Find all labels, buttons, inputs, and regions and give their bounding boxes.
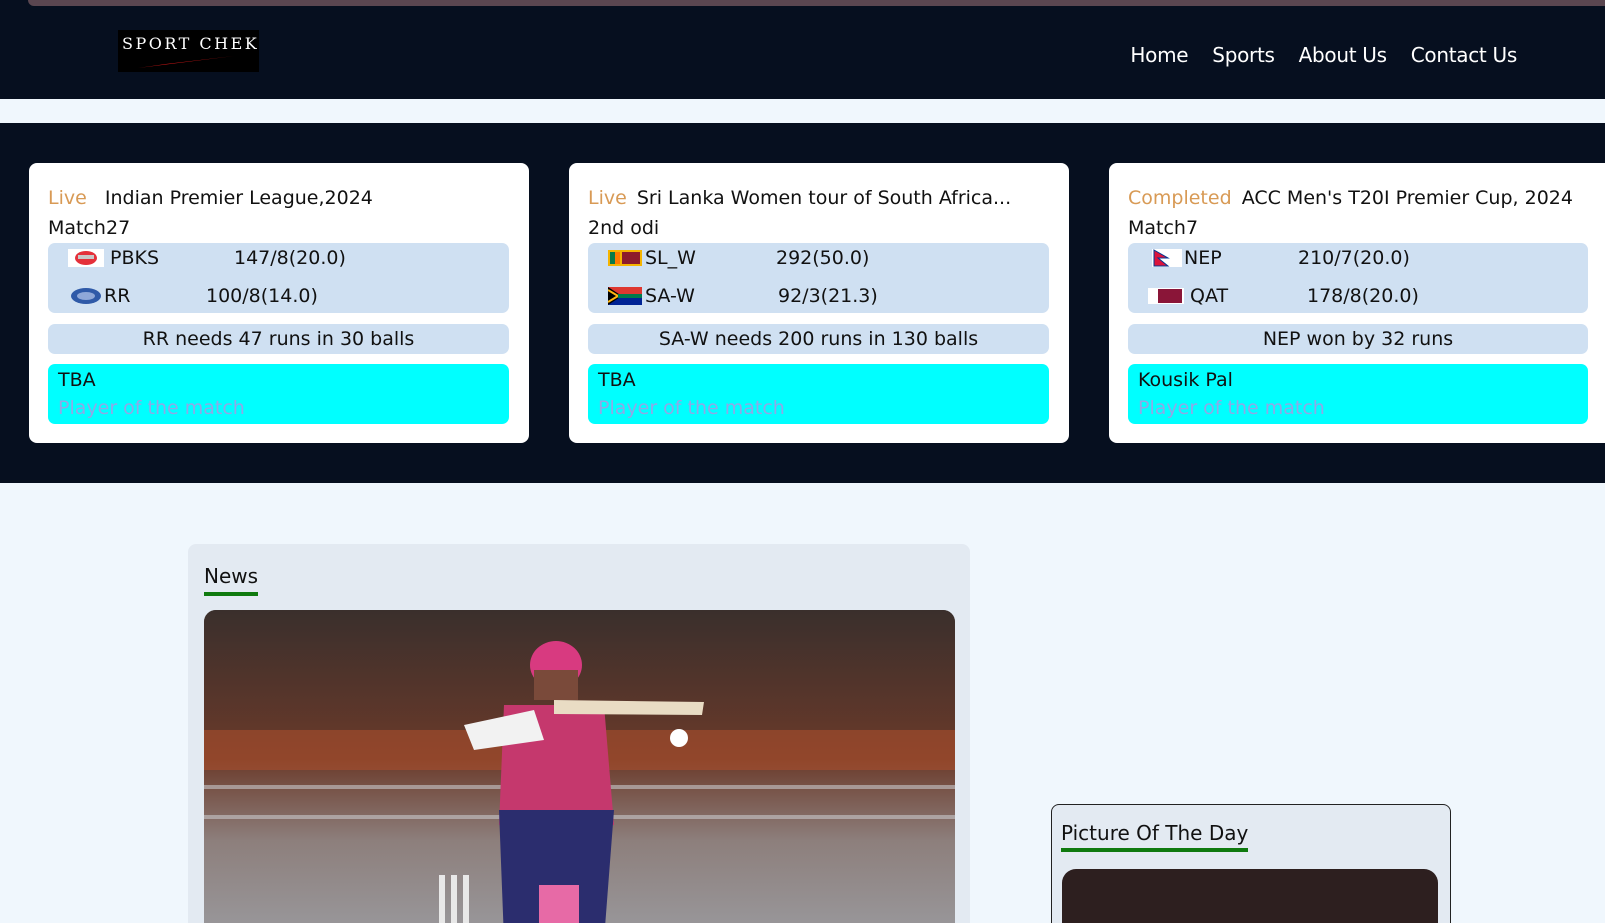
match-result: SA-W needs 200 runs in 130 balls bbox=[588, 324, 1049, 354]
team-score: 92/3(21.3) bbox=[778, 285, 878, 307]
team-row: NEP 210/7(20.0) bbox=[1148, 243, 1570, 279]
match-number: Match27 bbox=[48, 217, 131, 239]
team-abbr: RR bbox=[104, 285, 131, 307]
player-name: TBA bbox=[598, 369, 636, 391]
sportchek-logo[interactable]: SPORT CHEK bbox=[118, 30, 259, 72]
team-abbr: QAT bbox=[1190, 285, 1229, 307]
team-score: 100/8(14.0) bbox=[206, 285, 318, 307]
team-abbr: PBKS bbox=[110, 247, 160, 269]
player-of-match-box: Kousik Pal Player of the match bbox=[1128, 364, 1588, 424]
teams-box: PBKS 147/8(20.0) RR 100/8(14.0) bbox=[48, 243, 509, 313]
player-name: Kousik Pal bbox=[1138, 369, 1233, 391]
team-row: RR 100/8(14.0) bbox=[68, 281, 491, 317]
live-scores-section: Live Indian Premier League,2024 Match27 … bbox=[0, 123, 1605, 483]
team-row: PBKS 147/8(20.0) bbox=[68, 243, 491, 279]
top-strip-bar bbox=[28, 0, 1605, 6]
navbar: SPORT CHEK Home Sports About Us Contact … bbox=[0, 13, 1605, 99]
match-result: RR needs 47 runs in 30 balls bbox=[48, 324, 509, 354]
player-of-match-box: TBA Player of the match bbox=[48, 364, 509, 424]
logo-text: SPORT CHEK bbox=[122, 34, 260, 53]
match-number: 2nd odi bbox=[588, 217, 660, 239]
series-name: Sri Lanka Women tour of South Africa... bbox=[636, 187, 1012, 209]
team-row: SL_W 292(50.0) bbox=[608, 243, 1031, 279]
potd-heading: Picture Of The Day bbox=[1061, 821, 1249, 852]
match-card[interactable]: Completed ACC Men's T20I Premier Cup, 20… bbox=[1109, 163, 1605, 443]
nav-home[interactable]: Home bbox=[1130, 43, 1188, 67]
nav-contact-us[interactable]: Contact Us bbox=[1411, 43, 1518, 67]
news-photo-cricketer bbox=[204, 610, 955, 923]
match-card[interactable]: Live Sri Lanka Women tour of South Afric… bbox=[569, 163, 1069, 443]
qatar-flag-icon bbox=[1148, 287, 1184, 309]
rr-logo-icon bbox=[68, 287, 104, 310]
player-of-match-label: Player of the match bbox=[58, 397, 245, 419]
match-result: NEP won by 32 runs bbox=[1128, 324, 1588, 354]
sri-lanka-flag-icon bbox=[608, 249, 642, 271]
picture-of-the-day-panel: Picture Of The Day bbox=[1051, 804, 1451, 923]
team-score: 210/7(20.0) bbox=[1298, 247, 1410, 269]
player-of-match-label: Player of the match bbox=[598, 397, 785, 419]
match-status: Live bbox=[588, 187, 627, 209]
nav-sports[interactable]: Sports bbox=[1212, 43, 1275, 67]
team-abbr: SA-W bbox=[645, 285, 695, 307]
team-row: SA-W 92/3(21.3) bbox=[607, 281, 1031, 317]
match-status: Completed bbox=[1128, 187, 1232, 209]
series-name: ACC Men's T20I Premier Cup, 2024 bbox=[1241, 187, 1573, 209]
team-score: 147/8(20.0) bbox=[234, 247, 346, 269]
browser-top-strip bbox=[0, 0, 1605, 13]
potd-image[interactable] bbox=[1062, 869, 1438, 923]
teams-box: SL_W 292(50.0) SA-W 92/3(21.3) bbox=[588, 243, 1049, 313]
news-image[interactable] bbox=[204, 610, 955, 923]
team-score: 178/8(20.0) bbox=[1307, 285, 1419, 307]
south-africa-flag-icon bbox=[607, 287, 642, 310]
match-number: Match7 bbox=[1128, 217, 1199, 239]
match-status: Live bbox=[48, 187, 87, 209]
match-header: Live Indian Premier League,2024 bbox=[48, 183, 509, 213]
player-name: TBA bbox=[58, 369, 96, 391]
match-header: Live Sri Lanka Women tour of South Afric… bbox=[588, 183, 1049, 213]
news-panel: News bbox=[188, 544, 970, 923]
team-score: 292(50.0) bbox=[776, 247, 870, 269]
pbks-logo-icon bbox=[68, 249, 104, 272]
logo-swoosh-icon bbox=[138, 56, 234, 68]
teams-box: NEP 210/7(20.0) QAT 178/8(20.0) bbox=[1128, 243, 1588, 313]
nepal-flag-icon bbox=[1152, 249, 1182, 272]
match-card[interactable]: Live Indian Premier League,2024 Match27 … bbox=[29, 163, 529, 443]
series-name: Indian Premier League,2024 bbox=[104, 187, 373, 209]
match-header: Completed ACC Men's T20I Premier Cup, 20… bbox=[1128, 183, 1599, 213]
player-of-match-box: TBA Player of the match bbox=[588, 364, 1049, 424]
news-heading: News bbox=[204, 564, 259, 596]
team-row: QAT 178/8(20.0) bbox=[1148, 281, 1570, 317]
team-abbr: NEP bbox=[1184, 247, 1222, 269]
team-abbr: SL_W bbox=[645, 247, 696, 269]
nav-about-us[interactable]: About Us bbox=[1299, 43, 1387, 67]
main-nav: Home Sports About Us Contact Us bbox=[1130, 43, 1517, 67]
player-of-match-label: Player of the match bbox=[1138, 397, 1325, 419]
